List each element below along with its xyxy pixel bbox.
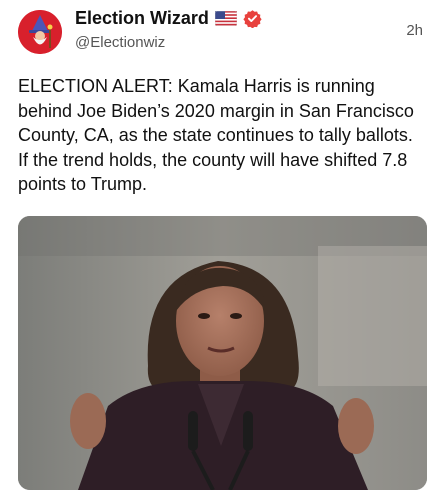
wizard-avatar-icon xyxy=(18,10,62,54)
author-name[interactable]: Election Wizard xyxy=(75,8,209,29)
avatar[interactable] xyxy=(18,10,62,54)
post-text: ELECTION ALERT: Kamala Harris is running… xyxy=(18,76,414,194)
post-card[interactable]: Election Wizard @Electionwiz 2h ELECTION… xyxy=(0,0,441,500)
post-media-photo[interactable] xyxy=(18,216,427,490)
author-name-row: Election Wizard xyxy=(75,7,262,29)
post-timestamp[interactable]: 2h xyxy=(406,22,423,39)
verified-badge-icon xyxy=(243,9,262,28)
author-handle[interactable]: @Electionwiz xyxy=(75,34,165,51)
speaker-at-podium-photo xyxy=(18,216,427,490)
us-flag-icon xyxy=(214,10,238,26)
